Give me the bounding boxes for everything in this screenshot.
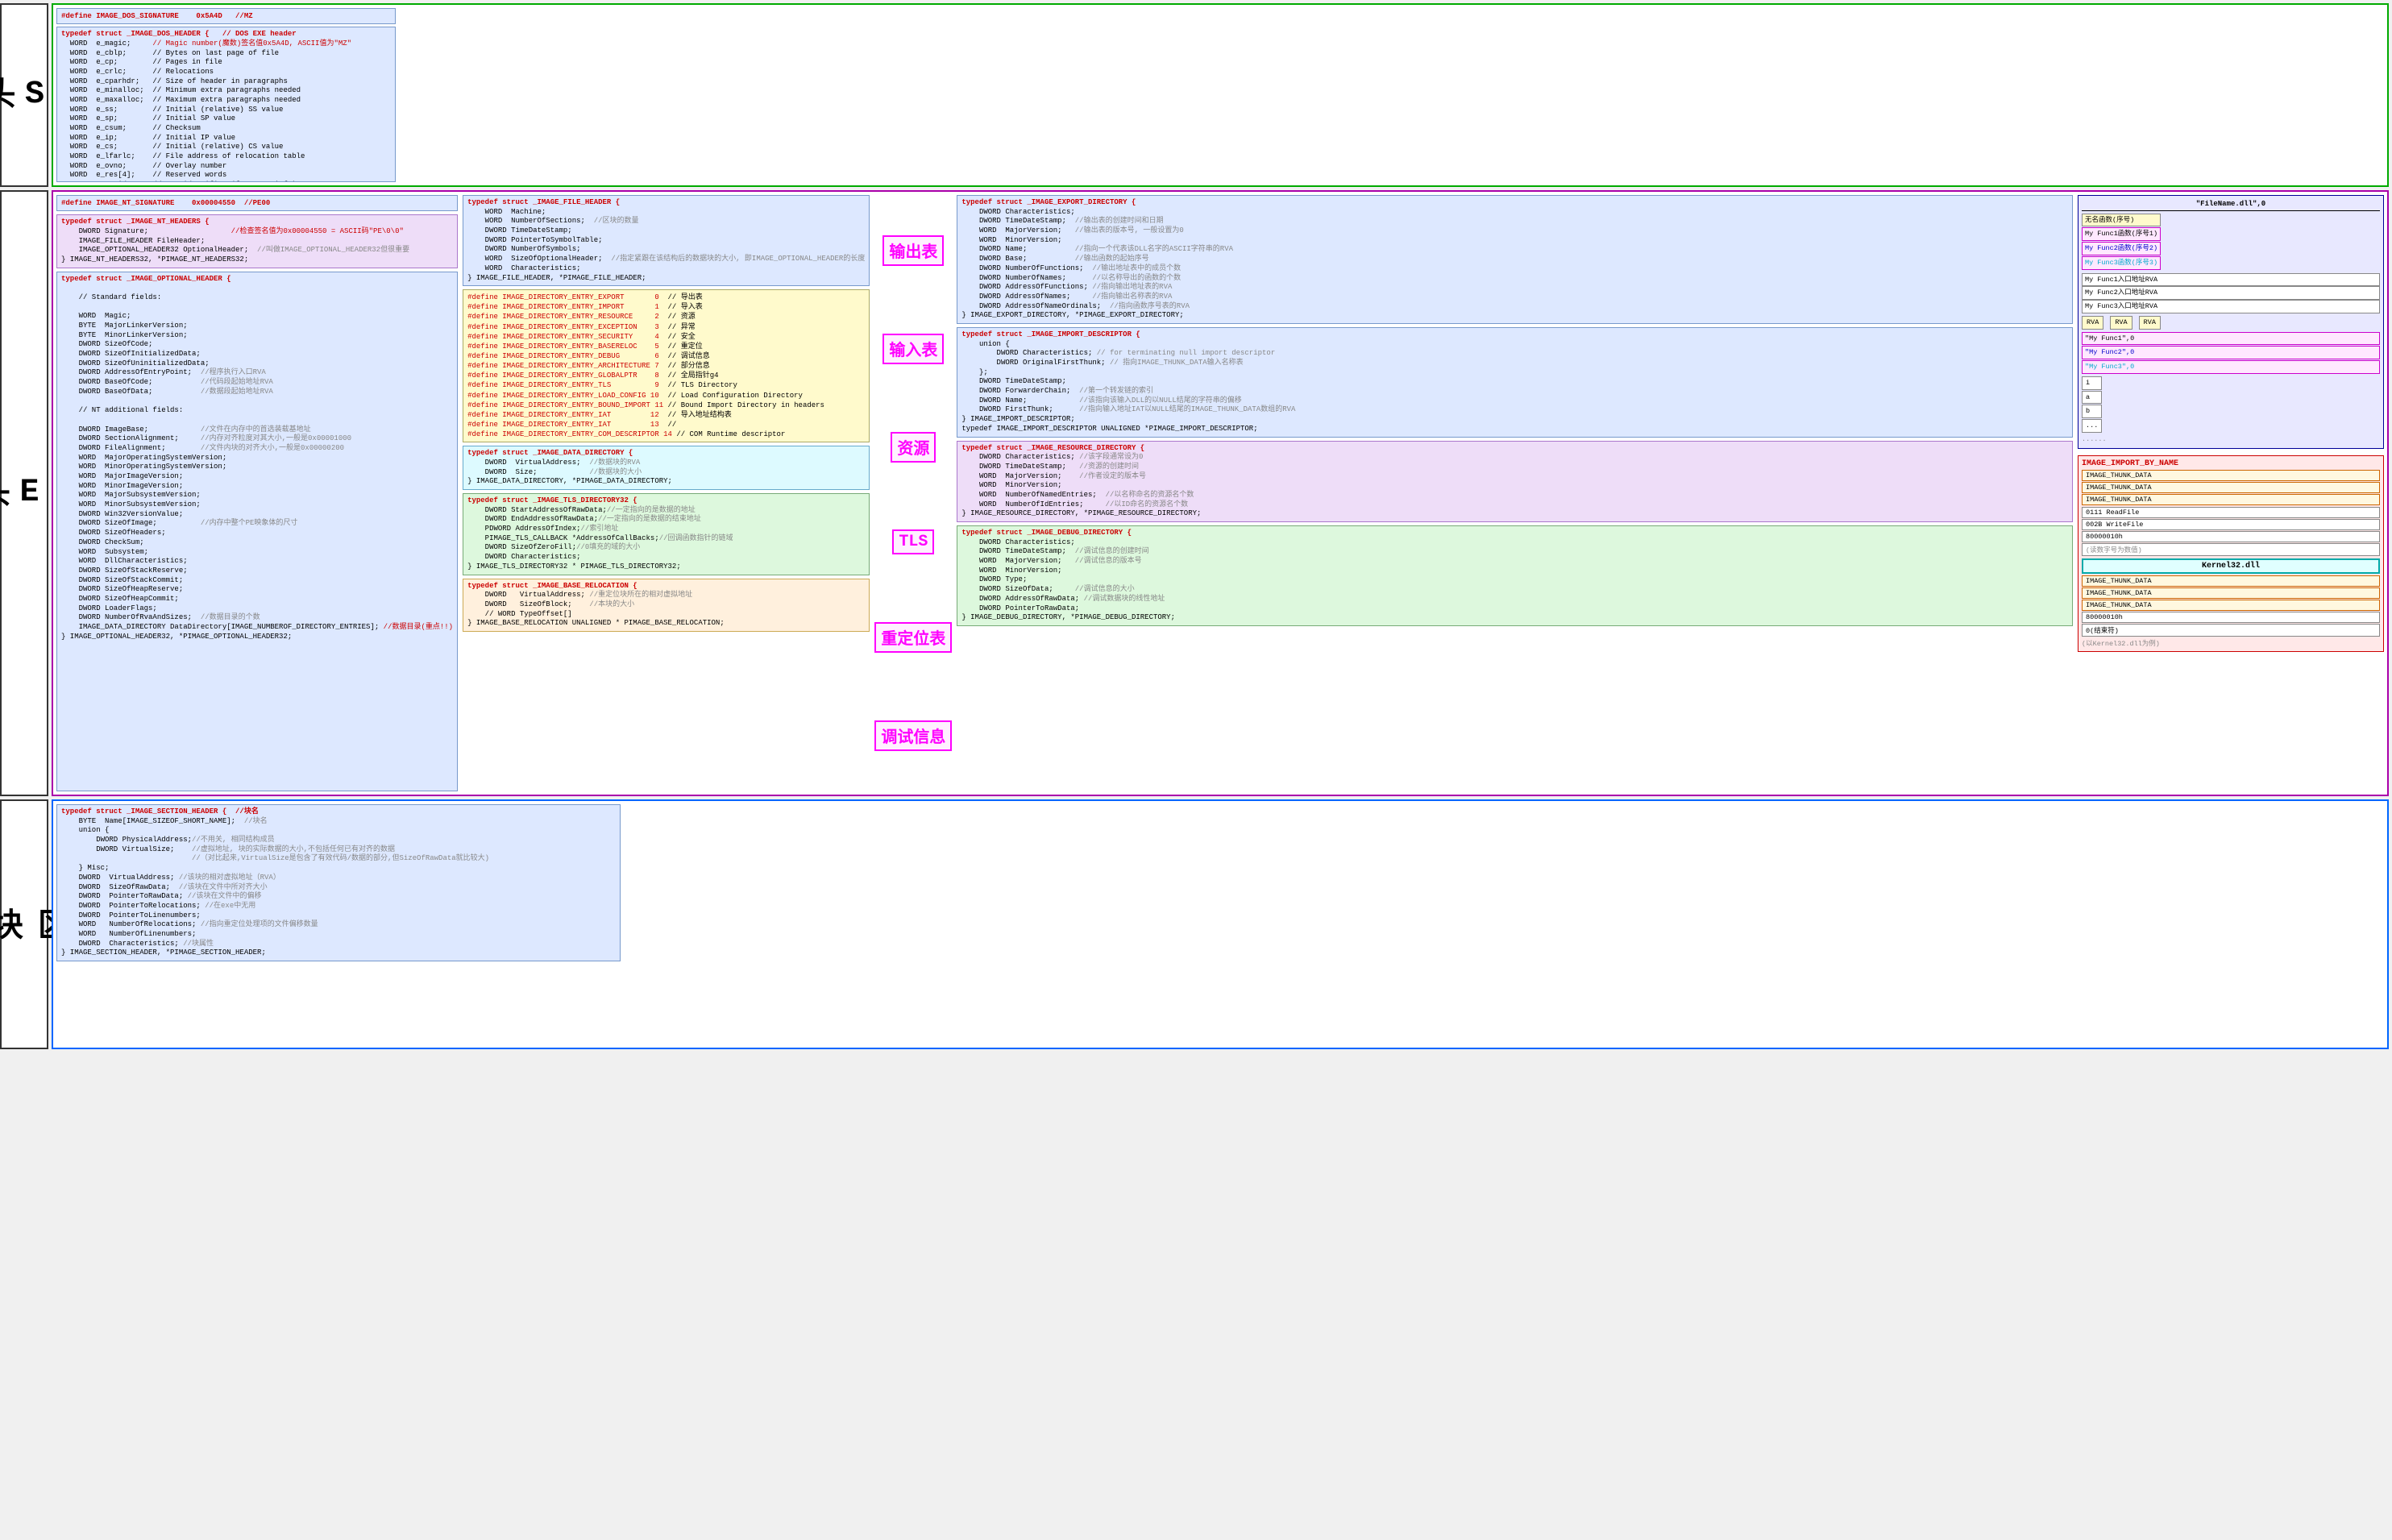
thunk3: IMAGE_THUNK_DATA xyxy=(2082,494,2380,505)
dir-defines-box: #define IMAGE_DIRECTORY_ENTRY_EXPORT 0 /… xyxy=(463,289,870,442)
rva-row: RVA RVA RVA xyxy=(2082,316,2380,330)
thunk5: IMAGE_THUNK_DATA xyxy=(2082,587,2380,599)
rva1: RVA xyxy=(2082,316,2103,330)
addr2: My Func2入口地址RVA xyxy=(2082,286,2380,300)
addr3: My Func3入口地址RVA xyxy=(2082,300,2380,313)
dos-label: DOS头部 xyxy=(0,3,48,187)
resource-dir-box: typedef struct _IMAGE_RESOURCE_DIRECTORY… xyxy=(957,441,2073,523)
addr-table: My Func1入口地址RVA My Func2入口地址RVA My Func3… xyxy=(2082,273,2380,313)
ibn-label: IMAGE_IMPORT_BY_NAME xyxy=(2082,459,2380,468)
file-header-box: typedef struct _IMAGE_FILE_HEADER { WORD… xyxy=(463,195,870,286)
readwrite-items: 0111 ReadFile 002B WriteFile 80000010h (… xyxy=(2082,507,2380,556)
tls-box: typedef struct _IMAGE_TLS_DIRECTORY32 { … xyxy=(463,493,870,575)
mid-col1: #define IMAGE_NT_SIGNATURE 0x00004550 //… xyxy=(56,195,458,791)
nt-headers-text: typedef struct _IMAGE_NT_HEADERS { xyxy=(61,218,210,226)
kernel32-dll: Kernel32.dll xyxy=(2082,558,2380,574)
reloc-box: typedef struct _IMAGE_BASE_RELOCATION { … xyxy=(463,579,870,632)
debug-arrow: 调试信息 xyxy=(874,720,952,751)
func-strings: "My Func1",0 "My Func2",0 "My Func3",0 xyxy=(2082,332,2380,374)
thunk4: IMAGE_THUNK_DATA xyxy=(2082,575,2380,587)
func2-name: My Func2函数(序号2) xyxy=(2082,242,2161,255)
dos-struct-title: typedef struct _IMAGE_DOS_HEADER { // DO… xyxy=(61,30,297,38)
resource-arrow: 资源 xyxy=(891,432,936,463)
nt-sig-box: #define IMAGE_NT_SIGNATURE 0x00004550 //… xyxy=(56,195,458,211)
nt-sig-text: #define IMAGE_NT_SIGNATURE 0x00004550 //… xyxy=(61,199,270,207)
ord-a: a xyxy=(2082,391,2102,405)
func2-str: "My Func2",0 xyxy=(2082,346,2380,359)
export-arrow: 输出表 xyxy=(882,235,944,266)
thunk1: IMAGE_THUNK_DATA xyxy=(2082,470,2380,481)
pe-label: PE头 xyxy=(0,190,48,796)
filename-box: "FileName.dll",0 xyxy=(2082,199,2380,211)
section-header-box: typedef struct _IMAGE_SECTION_HEADER { /… xyxy=(56,804,621,961)
side-labels: DOS头部 PE头 区块 xyxy=(0,0,48,1052)
mid-col2: typedef struct _IMAGE_FILE_HEADER { WORD… xyxy=(463,195,870,791)
arrow-col: 输出表 输入表 资源 TLS 重定位表 调试信息 xyxy=(874,195,952,791)
ord-dots: ... xyxy=(2082,419,2102,433)
dos-define-box: #define IMAGE_DOS_SIGNATURE 0x5A4D //MZ xyxy=(56,8,396,24)
dots-label: ...... xyxy=(2082,434,2380,445)
import-desc-box: typedef struct _IMAGE_IMPORT_DESCRIPTOR … xyxy=(957,327,2073,438)
mid-col4: typedef struct _IMAGE_EXPORT_DIRECTORY {… xyxy=(957,195,2073,791)
nt-headers-box: typedef struct _IMAGE_NT_HEADERS { DWORD… xyxy=(56,214,458,268)
mid-col5: "FileName.dll",0 无名函数(序号) My Func1函数(序号1… xyxy=(2078,195,2384,791)
readfile-item: 0111 ReadFile xyxy=(2082,507,2380,518)
thunk2: IMAGE_THUNK_DATA xyxy=(2082,482,2380,493)
hex4-item: 0(结束符) xyxy=(2082,624,2380,637)
func3-str: "My Func3",0 xyxy=(2082,360,2380,374)
tls-arrow: TLS xyxy=(892,529,934,554)
sections-wrapper: #define IMAGE_DOS_SIGNATURE 0x5A4D //MZ … xyxy=(48,0,2392,1052)
ordinals: i a b ... xyxy=(2082,376,2102,433)
pe-section: #define IMAGE_NT_SIGNATURE 0x00004550 //… xyxy=(52,190,2389,796)
export-viz: "FileName.dll",0 无名函数(序号) My Func1函数(序号1… xyxy=(2078,195,2384,449)
writefile-item: 002B WriteFile xyxy=(2082,519,2380,530)
dos-left: #define IMAGE_DOS_SIGNATURE 0x5A4D //MZ … xyxy=(56,8,396,182)
rva2: RVA xyxy=(2110,316,2132,330)
data-dir-box: typedef struct _IMAGE_DATA_DIRECTORY { D… xyxy=(463,446,870,490)
func-names: 无名函数(序号) My Func1函数(序号1) My Func2函数(序号2)… xyxy=(2082,214,2161,270)
whole-page: DOS头部 PE头 区块 #define IMAGE_DOS_SIGNATURE… xyxy=(0,0,2392,1052)
dos-section: #define IMAGE_DOS_SIGNATURE 0x5A4D //MZ … xyxy=(52,3,2389,187)
func1-str: "My Func1",0 xyxy=(2082,332,2380,346)
thunk6: IMAGE_THUNK_DATA xyxy=(2082,600,2380,611)
reloc-arrow: 重定位表 xyxy=(874,622,952,653)
thunk-items: IMAGE_THUNK_DATA IMAGE_THUNK_DATA IMAGE_… xyxy=(2082,470,2380,505)
export-dir-box: typedef struct _IMAGE_EXPORT_DIRECTORY {… xyxy=(957,195,2073,324)
ordinal-row: i a b ... xyxy=(2082,376,2380,433)
thunk-items2: IMAGE_THUNK_DATA IMAGE_THUNK_DATA IMAGE_… xyxy=(2082,575,2380,637)
dos-fields: WORD e_magic; // Magic number(魔数)签名值0x5A… xyxy=(61,39,391,182)
ord-i: i xyxy=(2082,376,2102,390)
ord-b: b xyxy=(2082,405,2102,418)
optional-header-box: typedef struct _IMAGE_OPTIONAL_HEADER { … xyxy=(56,272,458,791)
addr1: My Func1入口地址RVA xyxy=(2082,273,2380,287)
import-viz: IMAGE_IMPORT_BY_NAME IMAGE_THUNK_DATA IM… xyxy=(2078,455,2384,652)
section-section: typedef struct _IMAGE_SECTION_HEADER { /… xyxy=(52,799,2389,1049)
export-func-list: 无名函数(序号) My Func1函数(序号1) My Func2函数(序号2)… xyxy=(2082,214,2380,270)
import-arrow: 输入表 xyxy=(882,334,944,364)
hex1-note: (读数字号为数值) xyxy=(2082,543,2380,556)
func1-name: My Func1函数(序号1) xyxy=(2082,227,2161,241)
section-label: 区块 xyxy=(0,799,48,1049)
hex1-item: 80000010h xyxy=(2082,531,2380,542)
hex3-item: 80000010h xyxy=(2082,612,2380,623)
no-name-func: 无名函数(序号) xyxy=(2082,214,2161,227)
kernel32-note: (以Kernel32.dll为例) xyxy=(2082,638,2380,648)
func3-name: My Func3函数(序号3) xyxy=(2082,256,2161,270)
dos-define-text: #define IMAGE_DOS_SIGNATURE 0x5A4D //MZ xyxy=(61,12,253,20)
debug-dir-box: typedef struct _IMAGE_DEBUG_DIRECTORY { … xyxy=(957,525,2073,626)
rva3: RVA xyxy=(2139,316,2161,330)
dos-struct-box: typedef struct _IMAGE_DOS_HEADER { // DO… xyxy=(56,27,396,182)
